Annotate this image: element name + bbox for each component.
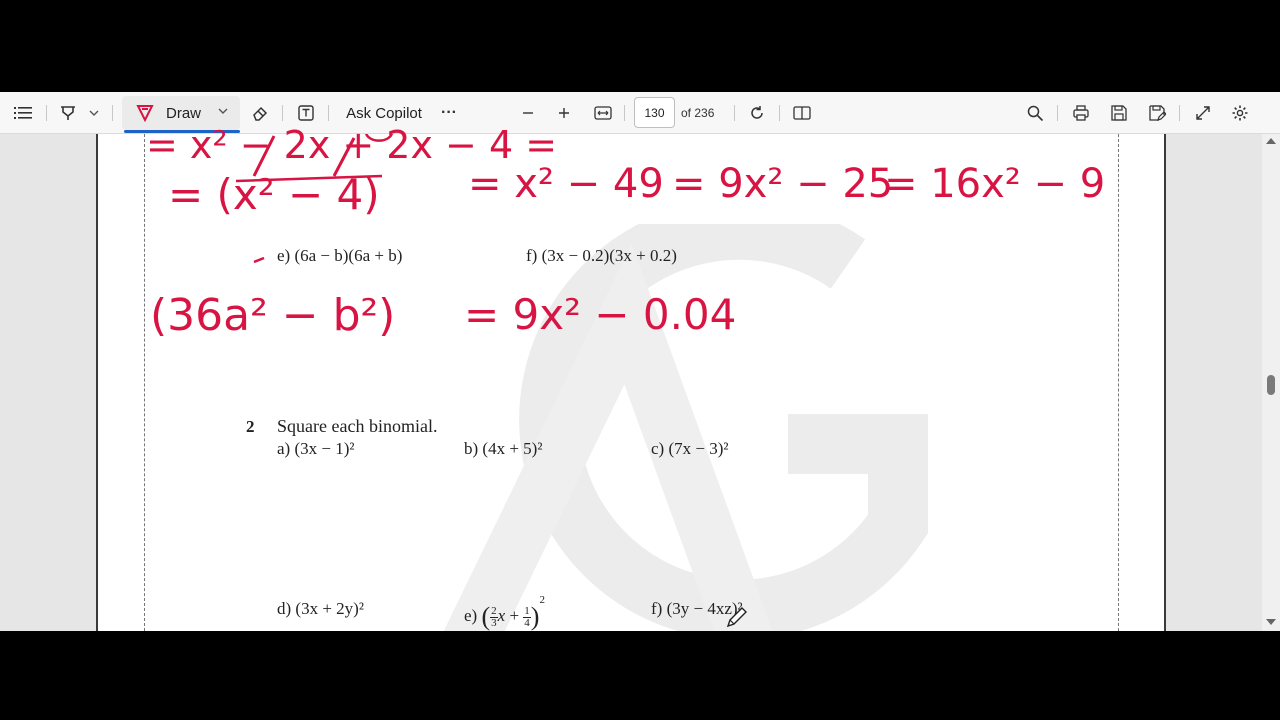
ink-answer-e: (36a² − b²): [150, 290, 396, 341]
scroll-up-arrow[interactable]: [1266, 138, 1276, 144]
page-view-icon[interactable]: [790, 92, 814, 134]
q2-c: c) (7x − 3)²: [651, 439, 729, 458]
q2-a: a) (3x − 1)²: [277, 439, 355, 458]
chevron-down-icon[interactable]: [218, 108, 228, 114]
draw-label: Draw: [166, 104, 202, 122]
page-total: of 236: [681, 106, 715, 120]
save-as-icon[interactable]: [1145, 92, 1169, 134]
ink-line-2: = (x² − 4): [168, 170, 380, 219]
pen-icon: [136, 104, 154, 122]
document-area[interactable]: e) (6a − b)(6a + b) f) (3x − 0.2)(3x + 0…: [0, 126, 1280, 631]
highlighter-icon[interactable]: [56, 92, 80, 134]
rotate-icon[interactable]: [745, 92, 769, 134]
list-icon[interactable]: [10, 92, 36, 134]
item-f: f) (3x − 0.2)(3x + 0.2): [526, 246, 677, 265]
gear-icon[interactable]: [1228, 92, 1252, 134]
chevron-down-icon[interactable]: [86, 92, 102, 134]
ink-answer-c: = 9x² − 25: [672, 161, 894, 207]
pdf-viewer-window: Draw Ask Copilot ··· of 236: [0, 92, 1280, 631]
save-icon[interactable]: [1107, 92, 1131, 134]
vertical-scrollbar[interactable]: [1262, 134, 1280, 631]
margin-guide-right: [1118, 134, 1119, 631]
item-e: e) (6a − b)(6a + b): [277, 246, 403, 265]
q2-e: e) (2 3x + 1 4)2: [464, 594, 545, 631]
pdf-page[interactable]: e) (6a − b)(6a + b) f) (3x − 0.2)(3x + 0…: [96, 126, 1166, 631]
page-number-input[interactable]: [634, 97, 675, 128]
scroll-thumb[interactable]: [1267, 375, 1275, 395]
margin-guide-left: [144, 134, 145, 631]
question-number: 2: [246, 417, 255, 436]
pen-cursor-icon: [726, 607, 747, 628]
scroll-down-arrow[interactable]: [1266, 619, 1276, 625]
ink-line-1: = x² − 2x + 2x − 4 =: [146, 123, 558, 167]
q2-b: b) (4x + 5)²: [464, 439, 543, 458]
ink-answer-b: = x² − 49: [468, 161, 664, 207]
print-icon[interactable]: [1069, 92, 1093, 134]
expand-icon[interactable]: [1191, 92, 1215, 134]
fit-width-icon[interactable]: [592, 92, 614, 134]
ink-answer-d: = 16x² − 9: [884, 161, 1106, 207]
question-text: Square each binomial.: [277, 416, 438, 436]
search-icon[interactable]: [1023, 92, 1047, 134]
ink-answer-f: = 9x² − 0.04: [464, 290, 737, 339]
q2-d: d) (3x + 2y)²: [277, 599, 364, 618]
watermark-logo: [443, 224, 928, 631]
